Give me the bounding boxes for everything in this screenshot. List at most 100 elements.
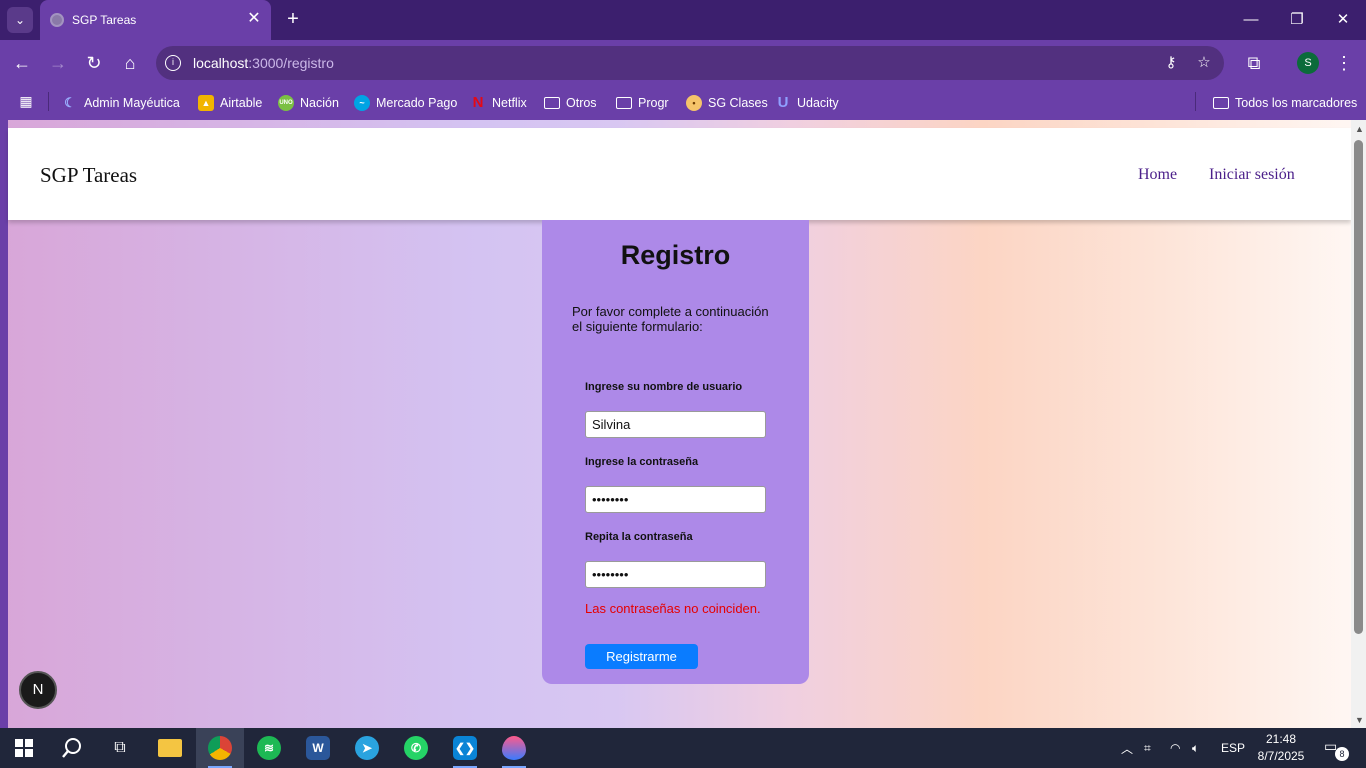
bookmark-label: Todos los marcadores <box>1235 95 1358 110</box>
system-clock[interactable]: 21:48 8/7/2025 <box>1254 731 1308 765</box>
folder-icon <box>616 96 632 109</box>
bookmark-label: SG Clases <box>708 95 768 110</box>
task-view-icon: ⧉ <box>114 739 126 756</box>
nextjs-dev-indicator-icon[interactable]: N <box>19 671 57 709</box>
windows-taskbar: ⧉ ≋ W ➤ ✆ ❮❯ ︿ ⌗ ◠ 🔈︎ ESP 21:48 8/7/2025 <box>0 728 1366 768</box>
back-button[interactable]: ← <box>9 50 35 76</box>
network-status[interactable]: ⌗ <box>1144 728 1151 768</box>
bookmark-separator <box>1195 92 1196 111</box>
registration-card: Registro Por favor complete a continuaci… <box>542 220 809 684</box>
volume-status[interactable]: 🔈︎ <box>1192 728 1199 768</box>
password-key-icon[interactable]: ⚷ <box>1161 53 1181 73</box>
nav-link-login[interactable]: Iniciar sesión <box>1209 166 1295 184</box>
task-view-button[interactable]: ⧉ <box>96 728 144 768</box>
apps-grid-icon[interactable]: ▦ <box>18 93 34 109</box>
bookmark-label: Progr <box>638 95 669 110</box>
drop-app-icon <box>502 736 526 760</box>
menu-icon[interactable]: ⋮ <box>1331 50 1357 76</box>
username-label: Ingrese su nombre de usuario <box>585 381 743 393</box>
bookmark-star-icon[interactable]: ☆ <box>1194 53 1214 73</box>
bookmark-all-folder[interactable]: Todos los marcadores <box>1213 85 1357 120</box>
file-explorer-icon <box>158 739 182 757</box>
username-input[interactable] <box>585 411 766 438</box>
password-label: Ingrese la contraseña <box>585 456 699 468</box>
scrollbar-thumb[interactable] <box>1354 140 1363 634</box>
tab-title: SGP Tareas <box>72 13 137 27</box>
bookmark-admin-mayeutica[interactable]: ☾ Admin Mayéutica <box>62 85 180 120</box>
vscode-button[interactable]: ❮❯ <box>441 728 489 768</box>
url-text[interactable]: localhost:3000/registro <box>193 55 334 71</box>
whatsapp-icon: ✆ <box>404 736 428 760</box>
bookmark-separator <box>48 92 49 111</box>
file-explorer-button[interactable] <box>146 728 194 768</box>
bookmark-folder-progr[interactable]: Progr <box>616 85 669 120</box>
speaker-icon: 🔈︎ <box>1192 740 1200 755</box>
bookmark-sg-clases[interactable]: • SG Clases <box>686 85 768 120</box>
home-button[interactable]: ⌂ <box>117 50 143 76</box>
language-indicator[interactable]: ESP <box>1221 728 1245 768</box>
page-title: Registro <box>620 240 731 270</box>
bookmark-airtable[interactable]: ▲ Airtable <box>198 85 262 120</box>
close-window-button[interactable]: ✕ <box>1328 8 1358 32</box>
mercadopago-icon: ~ <box>354 94 370 111</box>
bookmarks-bar: ▦ ☾ Admin Mayéutica ▲ Airtable UNO Nació… <box>0 85 1366 120</box>
start-button[interactable] <box>0 728 48 768</box>
tab-favicon-icon <box>50 13 64 27</box>
site-header: SGP Tareas Home Iniciar sesión <box>8 128 1351 220</box>
page-scrollbar[interactable]: ▲ ▼ <box>1351 120 1366 728</box>
browser-tab-bar: ⌄ SGP Tareas ✕ + — ❐ ✕ <box>0 0 1366 40</box>
spotify-icon: ≋ <box>257 736 281 760</box>
clock-date: 8/7/2025 <box>1257 749 1305 763</box>
chrome-taskbar-button[interactable] <box>196 728 244 768</box>
bookmark-udacity[interactable]: U Udacity <box>775 85 839 120</box>
browser-toolbar: ← → ↻ ⌂ i localhost:3000/registro ⚷ ☆ ⧉ … <box>0 40 1366 85</box>
sgclases-icon: • <box>686 94 702 111</box>
bookmark-label: Udacity <box>797 95 839 110</box>
bookmark-mercado-pago[interactable]: ~ Mercado Pago <box>354 85 457 120</box>
tab-search-button[interactable]: ⌄ <box>7 7 33 33</box>
telegram-button[interactable]: ➤ <box>343 728 391 768</box>
reload-button[interactable]: ↻ <box>81 50 107 76</box>
new-tab-button[interactable]: + <box>282 8 304 30</box>
bookmark-label: Nación <box>300 95 339 110</box>
notification-count-badge: 8 <box>1335 747 1349 761</box>
repeat-password-label: Repita la contraseña <box>585 531 693 543</box>
wifi-status[interactable]: ◠ <box>1170 728 1180 768</box>
bookmark-label: Airtable <box>220 95 263 110</box>
windows-logo-icon <box>15 739 33 757</box>
repeat-password-input[interactable] <box>585 561 766 588</box>
register-button[interactable]: Registrarme <box>585 644 698 669</box>
uno-icon: UNO <box>278 94 294 111</box>
spotify-button[interactable]: ≋ <box>245 728 293 768</box>
drop-app-button[interactable] <box>490 728 538 768</box>
clock-time: 21:48 <box>1265 732 1297 746</box>
site-info-icon[interactable]: i <box>165 55 181 71</box>
bookmark-folder-otros[interactable]: Otros <box>544 85 597 120</box>
profile-avatar[interactable]: S <box>1297 52 1319 74</box>
site-brand[interactable]: SGP Tareas <box>40 163 137 188</box>
bookmark-nacion[interactable]: UNO Nación <box>278 85 339 120</box>
bookmark-netflix[interactable]: N Netflix <box>470 85 527 120</box>
chevron-up-icon: ︿ <box>1121 741 1134 756</box>
show-hidden-icons-button[interactable]: ︿ <box>1121 728 1133 768</box>
scroll-up-icon[interactable]: ▲ <box>1355 124 1364 134</box>
password-input[interactable] <box>585 486 766 513</box>
forward-button[interactable]: → <box>45 50 71 76</box>
nav-link-home[interactable]: Home <box>1138 166 1177 184</box>
browser-tab-active[interactable]: SGP Tareas ✕ <box>40 0 271 40</box>
minimize-button[interactable]: — <box>1236 8 1266 32</box>
mayeutica-icon: ☾ <box>64 94 76 110</box>
extensions-icon[interactable]: ⧉ <box>1241 50 1267 76</box>
search-button[interactable] <box>48 728 96 768</box>
wifi-icon: ◠ <box>1170 741 1181 755</box>
whatsapp-button[interactable]: ✆ <box>392 728 440 768</box>
network-icon: ⌗ <box>1144 740 1151 755</box>
password-mismatch-error: Las contraseñas no coinciden. <box>585 601 761 616</box>
address-bar[interactable]: i localhost:3000/registro ⚷ ☆ <box>156 46 1224 80</box>
restore-button[interactable]: ❐ <box>1282 8 1312 32</box>
bookmark-label: Admin Mayéutica <box>84 95 180 110</box>
word-button[interactable]: W <box>294 728 342 768</box>
page-frame-edge <box>0 120 8 728</box>
tab-close-icon[interactable]: ✕ <box>245 10 263 28</box>
scroll-down-icon[interactable]: ▼ <box>1355 715 1364 725</box>
